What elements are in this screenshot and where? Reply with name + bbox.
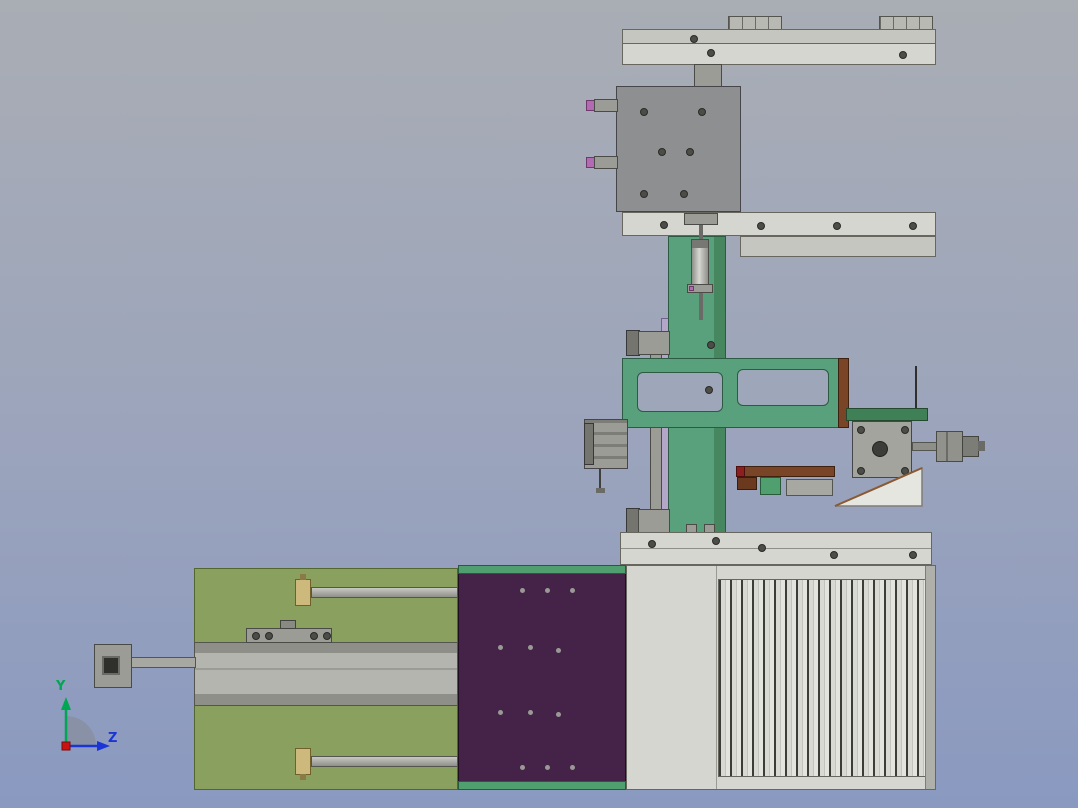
control-box-right-edge (925, 566, 935, 789)
plate-hole (545, 765, 550, 770)
rod-mount-pin (300, 574, 306, 580)
screw-dot (909, 551, 917, 559)
plate-hole (556, 648, 561, 653)
gantry-plate[interactable] (616, 86, 741, 212)
rod-mount-block-bottom[interactable] (295, 748, 311, 775)
screw-dot (680, 190, 688, 198)
cylinder-mount-block[interactable] (684, 213, 718, 225)
plate-hole (498, 710, 503, 715)
orientation-triad[interactable]: Y Z (40, 668, 140, 768)
cad-viewport[interactable]: Y Z (0, 0, 1078, 808)
sensor-cylinder[interactable] (594, 99, 618, 112)
actuator-top-strip (195, 643, 457, 653)
plate-hole (545, 588, 550, 593)
guide-rod-bottom-body[interactable] (638, 509, 670, 533)
screw-dot (698, 108, 706, 116)
screw-dot (707, 49, 715, 57)
screw-dot (648, 540, 656, 548)
guide-rod-top-body[interactable] (638, 331, 670, 355)
connector-tail (978, 441, 985, 451)
crossbar-seam (621, 548, 931, 549)
carriage-top-block (280, 620, 296, 629)
connector-plug[interactable] (962, 436, 979, 457)
screw-dot (909, 222, 917, 230)
control-box-seam (716, 566, 717, 789)
actuator-mid-line (195, 668, 457, 670)
x-axis-origin-dot (61, 741, 71, 751)
top-rail-clamp-right[interactable] (879, 16, 933, 30)
purple-plate-green-edge-top (458, 565, 626, 574)
clamp-hook-foot (596, 488, 605, 493)
rod-mount-pin (300, 774, 306, 780)
screw-dot (265, 632, 273, 640)
screw-dot (660, 221, 668, 229)
sensor-wire (915, 366, 917, 412)
screw-dot (686, 148, 694, 156)
screw-dot (830, 551, 838, 559)
cylinder-rod-lower (699, 293, 703, 320)
screw-dot (857, 426, 865, 434)
plate-hole (570, 588, 575, 593)
plate-hole (528, 645, 533, 650)
plate-hole (570, 765, 575, 770)
clamp-end-cap (584, 423, 594, 465)
purple-mounting-plate[interactable] (458, 565, 626, 790)
screw-dot (705, 386, 713, 394)
plate-hole (528, 710, 533, 715)
purple-plate-green-edge-bottom (458, 781, 626, 790)
coupling-groove (946, 432, 948, 461)
top-rail-clamp-left[interactable] (728, 16, 782, 30)
cylinder-sensor-dot (689, 286, 694, 291)
screw-dot (323, 632, 331, 640)
screw-dot (833, 222, 841, 230)
cylinder-cap-band (692, 240, 708, 248)
heatsink-fins (718, 579, 926, 777)
actuator-piston-rod[interactable] (130, 657, 196, 668)
bottom-crossbar[interactable] (620, 532, 932, 565)
guide-rod-bottom[interactable] (311, 756, 458, 767)
shaft-coupling[interactable] (936, 431, 963, 462)
slide-block-gray[interactable] (786, 479, 833, 496)
plate-hole (498, 645, 503, 650)
screw-dot (758, 544, 766, 552)
top-crossbar-lower[interactable] (622, 43, 936, 65)
z-axis-label: Z (108, 731, 117, 746)
arm-cutout-right (737, 369, 829, 406)
screw-dot (899, 51, 907, 59)
sheet-metal-bracket[interactable] (830, 462, 925, 508)
slide-rail-brown[interactable] (736, 466, 835, 477)
actuator-bottom-strip (195, 694, 457, 705)
plate-hole (556, 712, 561, 717)
screw-dot (757, 222, 765, 230)
y-axis-label: Y (55, 679, 66, 694)
screw-dot (690, 35, 698, 43)
screw-dot (658, 148, 666, 156)
cylinder-rod-upper (699, 225, 703, 240)
rod-mount-block-top[interactable] (295, 579, 311, 606)
mid-crossbar[interactable] (622, 212, 936, 236)
guide-rod-top[interactable] (311, 587, 458, 598)
screw-dot (640, 190, 648, 198)
column-neck[interactable] (694, 64, 722, 87)
sensor-cylinder[interactable] (594, 156, 618, 169)
clamp-hook-wire (599, 469, 601, 490)
screw-dot (252, 632, 260, 640)
motor-shaft (912, 442, 937, 451)
motor-shaft-hub (872, 441, 888, 457)
plate-hole (520, 588, 525, 593)
plate-hole (520, 765, 525, 770)
slide-block-green[interactable] (760, 477, 781, 495)
mid-crossbar-step[interactable] (740, 236, 936, 257)
screw-dot (901, 426, 909, 434)
slide-stop-brown (737, 477, 757, 490)
screw-dot (310, 632, 318, 640)
rail-end-red (736, 466, 745, 477)
screw-dot (712, 537, 720, 545)
y-axis-arrowhead (61, 697, 71, 710)
screw-dot (640, 108, 648, 116)
top-crossbar-upper[interactable] (622, 29, 936, 44)
screw-dot (707, 341, 715, 349)
motor-mount-green-plate[interactable] (846, 408, 928, 421)
